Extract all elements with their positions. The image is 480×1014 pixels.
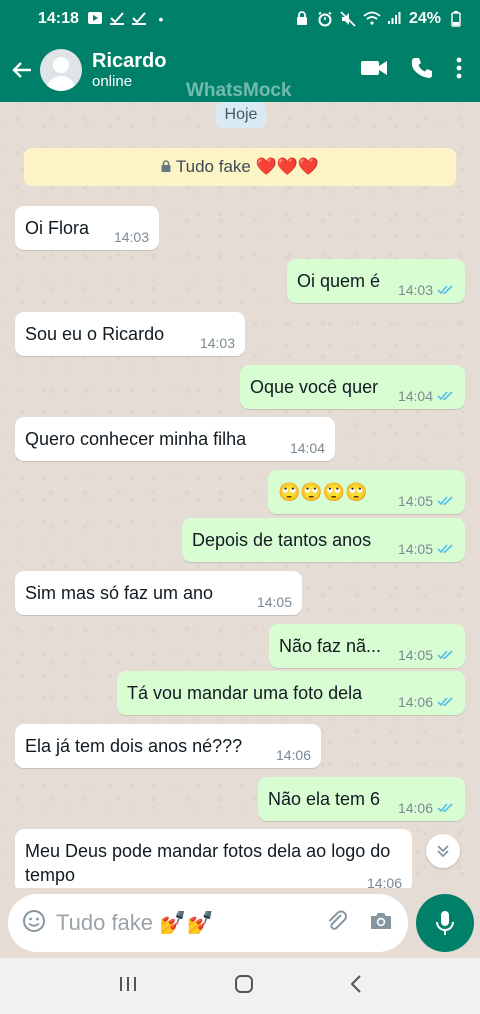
message-bubble[interactable]: Ela já tem dois anos né??? 14:06 (15, 724, 321, 768)
paperclip-icon (328, 910, 347, 930)
notice-text: Tudo fake ❤️❤️❤️ (175, 157, 320, 176)
avatar[interactable] (40, 49, 82, 91)
camera-button[interactable] (368, 909, 394, 938)
message-text: Oi Flora (25, 217, 90, 238)
message-text: 🙄🙄🙄🙄 (278, 481, 368, 502)
contact-name: Ricardo (92, 50, 167, 72)
date-chip: Hoje (216, 102, 266, 128)
read-ticks-icon (437, 697, 453, 707)
recent-apps-icon (120, 976, 136, 991)
message-text: Oque você quer (250, 376, 379, 397)
composer: Tudo fake 💅💅 (0, 888, 480, 958)
more-vertical-icon (456, 57, 462, 78)
message-text: Quero conhecer minha filha (25, 428, 247, 449)
message-text: Tá vou mandar uma foto dela (127, 682, 363, 703)
check-icon (131, 11, 147, 27)
emoji-icon (23, 909, 45, 932)
system-nav-bar (0, 958, 480, 1014)
message-time: 14:03 (397, 282, 433, 298)
chevron-left-icon (350, 974, 361, 993)
attach-button[interactable] (324, 908, 350, 939)
signal-icon (386, 11, 402, 27)
more-options-button[interactable] (456, 57, 462, 84)
message-text: Meu Deus pode mandar fotos dela ao logo … (25, 841, 391, 885)
avatar-body (46, 76, 76, 91)
watermark: WhatsMock (186, 80, 292, 101)
arrow-left-icon (12, 62, 31, 78)
message-input-bar[interactable]: Tudo fake 💅💅 (8, 894, 408, 952)
read-ticks-icon (437, 496, 453, 506)
lock-icon (161, 159, 171, 175)
voice-call-button[interactable] (410, 56, 434, 85)
message-bubble[interactable]: Meu Deus pode mandar fotos dela ao logo … (15, 829, 412, 888)
home-button[interactable] (233, 973, 255, 1000)
message-input[interactable]: Tudo fake 💅💅 (56, 910, 214, 936)
dot-icon: • (158, 11, 164, 27)
battery-level: 24% (408, 10, 441, 27)
message-bubble[interactable]: Oi Flora 14:03 (15, 206, 159, 250)
message-time: 14:05 (256, 594, 292, 610)
message-time: 14:05 (397, 647, 433, 663)
read-ticks-icon (437, 391, 453, 401)
check-icon (109, 11, 125, 27)
message-time: 14:06 (366, 875, 402, 888)
contact-info[interactable]: Ricardo online (92, 49, 166, 91)
video-camera-icon (361, 60, 387, 75)
message-time: 14:03 (113, 229, 149, 245)
message-text: Depois de tantos anos (192, 529, 372, 550)
read-ticks-icon (437, 285, 453, 295)
message-bubble[interactable]: Tá vou mandar uma foto dela 14:06 (117, 671, 465, 715)
message-bubble[interactable]: Oi quem é 14:03 (287, 259, 465, 303)
message-time: 14:06 (397, 800, 433, 816)
wifi-icon (363, 11, 381, 27)
message-text: Sou eu o Ricardo (25, 323, 165, 344)
message-bubble[interactable]: Não ela tem 6 14:06 (258, 777, 465, 821)
message-time: 14:05 (397, 493, 433, 509)
message-time: 14:04 (397, 388, 433, 404)
message-text: Ela já tem dois anos né??? (25, 735, 243, 756)
status-bar: 14:18 • 24% (0, 0, 480, 38)
lock-icon (294, 11, 310, 27)
message-text: Sim mas só faz um ano (25, 582, 214, 603)
voice-message-button[interactable] (416, 894, 474, 952)
read-ticks-icon (437, 650, 453, 660)
message-text: Oi quem é (297, 270, 381, 291)
chat-area[interactable]: Hoje Tudo fake ❤️❤️❤️ Oi Flora 14:03 Oi … (0, 102, 480, 888)
read-ticks-icon (437, 544, 453, 554)
microphone-icon (436, 911, 454, 935)
back-button[interactable] (4, 38, 40, 102)
message-bubble[interactable]: Quero conhecer minha filha 14:04 (15, 417, 335, 461)
message-bubble[interactable]: Não faz nã... 14:05 (269, 624, 465, 668)
message-bubble[interactable]: 🙄🙄🙄🙄 14:05 (268, 470, 465, 514)
status-time: 14:18 (38, 10, 79, 27)
battery-icon (448, 11, 464, 27)
message-time: 14:06 (397, 694, 433, 710)
back-nav-button[interactable] (349, 973, 363, 1000)
message-time: 14:05 (397, 541, 433, 557)
message-time: 14:03 (199, 335, 235, 351)
message-bubble[interactable]: Sou eu o Ricardo 14:03 (15, 312, 245, 356)
cast-icon (87, 11, 103, 27)
message-bubble[interactable]: Oque você quer 14:04 (240, 365, 465, 409)
alarm-icon (317, 11, 333, 27)
message-text: Não ela tem 6 (268, 788, 381, 809)
mute-icon (340, 11, 356, 27)
home-icon (235, 974, 253, 993)
chat-notice: Tudo fake ❤️❤️❤️ (24, 148, 456, 186)
scroll-down-button[interactable] (426, 834, 460, 868)
message-time: 14:06 (275, 747, 311, 763)
avatar-head (53, 57, 69, 73)
message-bubble[interactable]: Sim mas só faz um ano 14:05 (15, 571, 302, 615)
contact-status: online (92, 73, 133, 90)
recent-apps-button[interactable] (117, 975, 139, 998)
video-call-button[interactable] (360, 58, 388, 83)
message-time: 14:04 (289, 440, 325, 456)
phone-icon (411, 57, 432, 78)
message-text: Não faz nã... (279, 635, 382, 656)
read-ticks-icon (437, 803, 453, 813)
chevron-double-down-icon (437, 845, 449, 858)
emoji-button[interactable] (22, 909, 46, 938)
message-bubble[interactable]: Depois de tantos anos 14:05 (182, 518, 465, 562)
camera-icon (371, 912, 391, 929)
